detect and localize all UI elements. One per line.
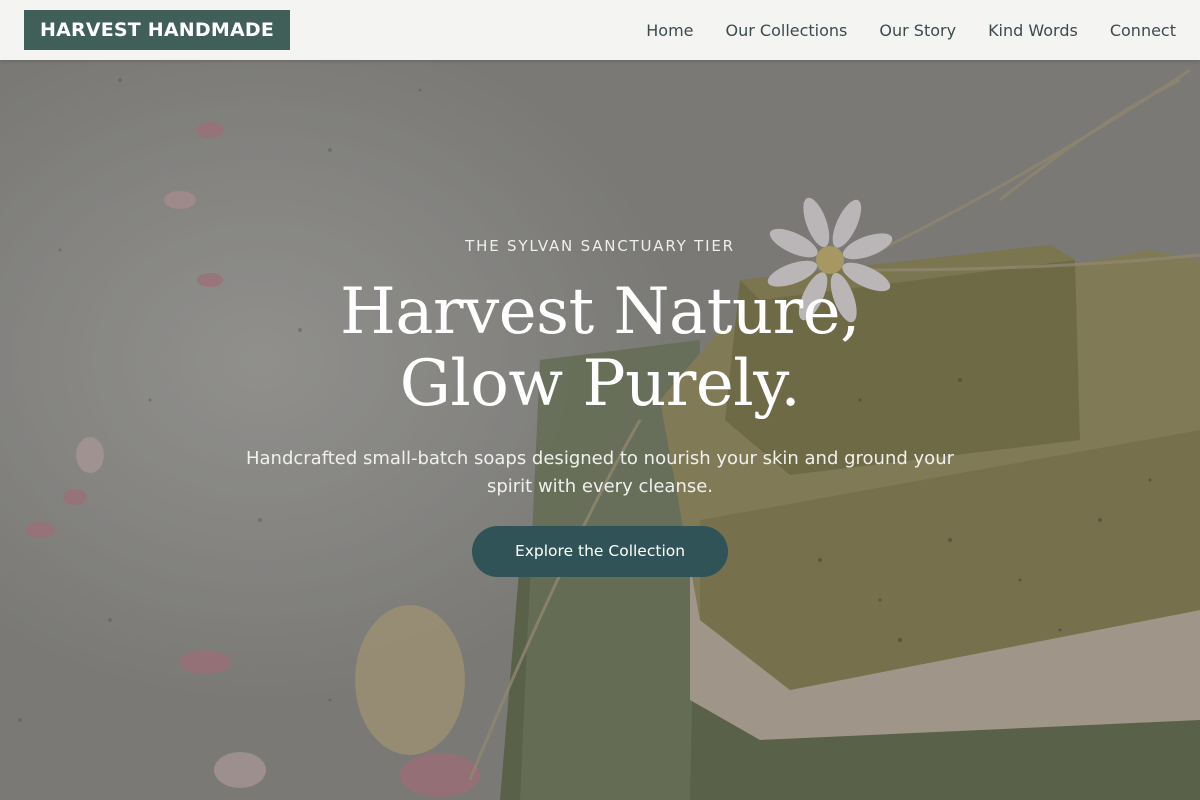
- nav-our-story[interactable]: Our Story: [879, 21, 956, 40]
- nav-home[interactable]: Home: [646, 21, 693, 40]
- hero-headline-line-2: Glow Purely.: [399, 347, 801, 421]
- main-nav: Home Our Collections Our Story Kind Word…: [646, 0, 1176, 60]
- nav-our-collections[interactable]: Our Collections: [726, 21, 848, 40]
- hero-eyebrow: THE SYLVAN SANCTUARY TIER: [465, 237, 735, 255]
- site-header: HARVEST HANDMADE Home Our Collections Ou…: [0, 0, 1200, 60]
- hero-headline-line-1: Harvest Nature,: [340, 275, 860, 349]
- hero-headline: Harvest Nature, Glow Purely.: [0, 276, 1200, 420]
- hero-section: THE SYLVAN SANCTUARY TIER Harvest Nature…: [0, 0, 1200, 800]
- explore-collection-button[interactable]: Explore the Collection: [472, 526, 728, 577]
- page: HARVEST HANDMADE Home Our Collections Ou…: [0, 0, 1200, 800]
- hero-subtext: Handcrafted small-batch soaps designed t…: [245, 448, 954, 497]
- nav-kind-words[interactable]: Kind Words: [988, 21, 1078, 40]
- nav-connect[interactable]: Connect: [1110, 21, 1176, 40]
- brand-logo[interactable]: HARVEST HANDMADE: [24, 10, 291, 50]
